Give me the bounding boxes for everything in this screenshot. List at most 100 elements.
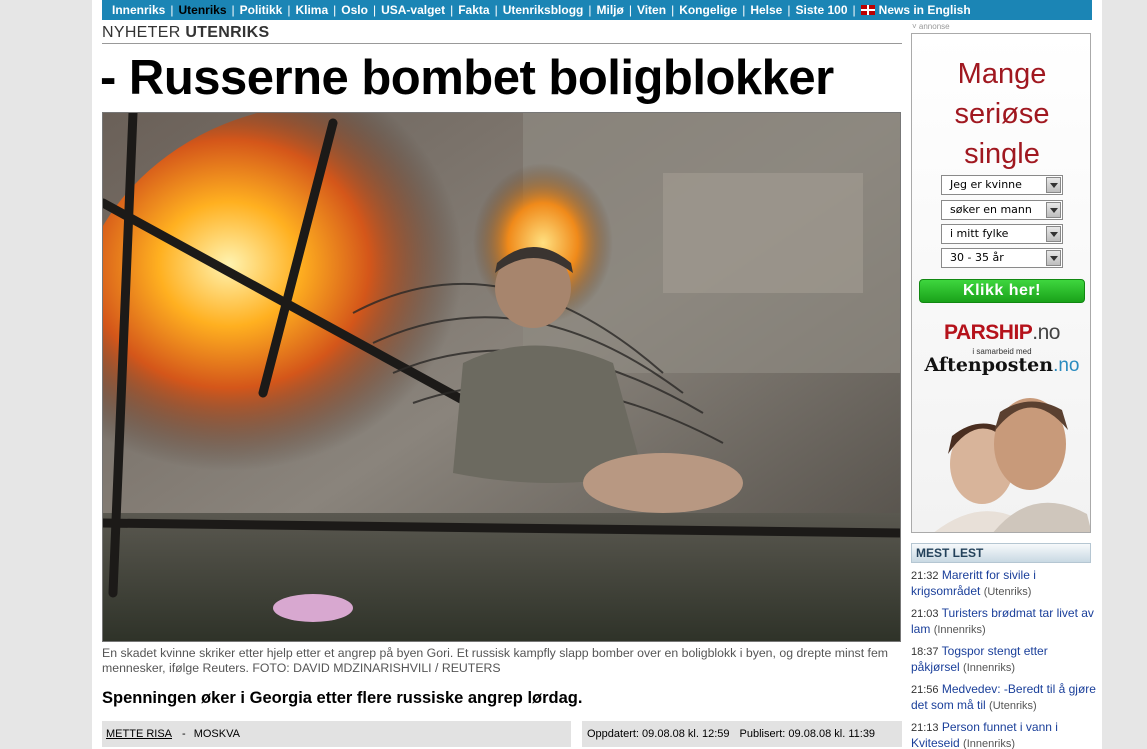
parship-ad[interactable]: Mange seriøse single Jeg er kvinne søker…	[911, 33, 1091, 533]
section-name: UTENRIKS	[185, 24, 270, 41]
byline: METTE RISA - MOSKVA	[102, 721, 571, 747]
partner-name: Aftenposten	[924, 354, 1054, 376]
select-value: søker en mann	[950, 203, 1032, 216]
byline-dash: -	[182, 728, 186, 740]
nav-label: Utenriks	[178, 3, 227, 17]
nav-item-klima[interactable]: Klima |	[295, 3, 341, 17]
nav-label: Siste 100	[795, 3, 848, 17]
nav-label: Oslo	[341, 3, 368, 17]
item-time: 21:13	[911, 722, 939, 734]
nav-item-fakta[interactable]: Fakta |	[458, 3, 502, 17]
most-read-header: MEST LEST	[911, 543, 1091, 563]
nav-item-innenriks[interactable]: Innenriks |	[112, 3, 178, 17]
list-item[interactable]: 21:13 Person funnet i vann i Kviteseid (…	[911, 720, 1096, 749]
nav-item-politikk[interactable]: Politikk |	[240, 3, 296, 17]
nav-item-usa-valget[interactable]: USA-valget |	[381, 3, 458, 17]
nav-item-utenriks[interactable]: Utenriks |	[178, 3, 239, 17]
nav-separator: |	[588, 3, 592, 17]
nav-label: Viten	[636, 3, 667, 17]
ad-title-line: Mange	[957, 58, 1047, 90]
nav-label: Politikk	[239, 3, 283, 17]
page: Innenriks | Utenriks | Politikk | Klima | Os…	[92, 0, 1102, 749]
nav-label: Helse	[750, 3, 783, 17]
item-time: 18:37	[911, 646, 939, 658]
brand-name: PARSHIP	[944, 321, 1033, 344]
section-prefix: NYHETER	[102, 24, 181, 41]
nav-separator: |	[231, 3, 235, 17]
parship-logo: PARSHIP.no	[912, 321, 1090, 345]
age-select[interactable]: 30 - 35 år	[941, 248, 1063, 268]
couple-photo	[934, 398, 1090, 532]
nav-label: Fakta	[458, 3, 490, 17]
photo-illustration	[103, 113, 900, 641]
nav-label: News in English	[878, 3, 971, 17]
item-category: (Utenriks)	[989, 700, 1037, 712]
nav-separator: |	[852, 3, 856, 17]
nav-label: Klima	[295, 3, 329, 17]
item-time: 21:03	[911, 608, 939, 620]
nav-separator: |	[287, 3, 291, 17]
section-label: NYHETER UTENRIKS	[102, 24, 902, 44]
published-time: Publisert: 09.08.08 kl. 11:39	[739, 728, 876, 740]
nav-label: Innenriks	[112, 3, 166, 17]
nav-separator: |	[787, 3, 791, 17]
photo-caption: En skadet kvinne skriker etter hjelp ett…	[102, 646, 889, 675]
select-value: Jeg er kvinne	[950, 178, 1022, 191]
list-item[interactable]: 18:37 Togspor stengt etter påkjørsel (In…	[911, 644, 1096, 676]
item-category: (Utenriks)	[983, 586, 1032, 598]
ad-click-button[interactable]: Klikk her!	[919, 279, 1085, 303]
select-value: 30 - 35 år	[950, 251, 1004, 264]
updated-time: Oppdatert: 09.08.08 kl. 12:59	[587, 728, 730, 740]
nav-separator: |	[450, 3, 454, 17]
article-photo[interactable]	[102, 112, 901, 642]
article-headline: - Russerne bombet boligblokker	[100, 51, 834, 105]
partner-tld: .no	[1053, 355, 1080, 376]
nav-item-oslo[interactable]: Oslo |	[341, 3, 381, 17]
list-item[interactable]: 21:03 Turisters brødmat tar livet av lam…	[911, 606, 1096, 638]
ad-title-line: single	[964, 138, 1040, 170]
author-link[interactable]: METTE RISA	[106, 728, 172, 740]
nav-separator: |	[494, 3, 498, 17]
chevron-down-icon	[1046, 226, 1061, 242]
item-time: 21:32	[911, 570, 939, 582]
nav-label: Kongelige	[679, 3, 738, 17]
chevron-down-icon	[1046, 202, 1061, 218]
county-select[interactable]: i mitt fylke	[941, 224, 1063, 244]
seeking-select[interactable]: søker en mann	[941, 200, 1063, 220]
nav-item-viten[interactable]: Viten |	[637, 3, 679, 17]
ad-label-text: annonse	[918, 22, 950, 31]
brand-tld: .no	[1032, 321, 1060, 344]
list-item[interactable]: 21:56 Medvedev: -Beredt til å gjøre det …	[911, 682, 1096, 714]
nav-item-utenriksblogg[interactable]: Utenriksblogg |	[503, 3, 597, 17]
item-category: (Innenriks)	[963, 738, 1016, 749]
nav-separator: |	[671, 3, 675, 17]
nav-item-news-in-english[interactable]: News in English	[860, 3, 971, 17]
nav-item-kongelige[interactable]: Kongelige |	[679, 3, 750, 17]
ad-title-line: seriøse	[954, 98, 1050, 130]
ad-label: ˅ annonse	[912, 22, 950, 31]
list-item[interactable]: 21:32 Mareritt for sivile i krigsområdet…	[911, 568, 1096, 600]
nav-label: Miljø	[596, 3, 624, 17]
top-nav: Innenriks | Utenriks | Politikk | Klima | Os…	[102, 0, 1092, 20]
nav-item-miljo[interactable]: Miljø |	[596, 3, 636, 17]
item-time: 21:56	[911, 684, 939, 696]
item-category: (Innenriks)	[933, 624, 986, 636]
nav-label: USA-valget	[381, 3, 446, 17]
gender-select[interactable]: Jeg er kvinne	[941, 175, 1063, 195]
timestamps: Oppdatert: 09.08.08 kl. 12:59 Publisert:…	[582, 721, 902, 747]
nav-separator: |	[333, 3, 337, 17]
article-lead: Spenningen øker i Georgia etter flere ru…	[102, 689, 583, 707]
nav-item-helse[interactable]: Helse |	[750, 3, 795, 17]
item-category: (Innenriks)	[963, 662, 1015, 674]
select-value: i mitt fylke	[950, 227, 1009, 240]
uk-flag-icon	[860, 5, 875, 15]
chevron-down-icon	[1046, 250, 1061, 266]
chevron-down-icon	[1046, 177, 1061, 193]
nav-item-siste-100[interactable]: Siste 100 |	[795, 3, 860, 17]
nav-separator: |	[372, 3, 377, 17]
nav-separator: |	[628, 3, 632, 17]
nav-label: Utenriksblogg	[502, 3, 584, 17]
nav-separator: |	[170, 3, 174, 17]
location: MOSKVA	[193, 728, 240, 740]
nav-separator: |	[742, 3, 746, 17]
